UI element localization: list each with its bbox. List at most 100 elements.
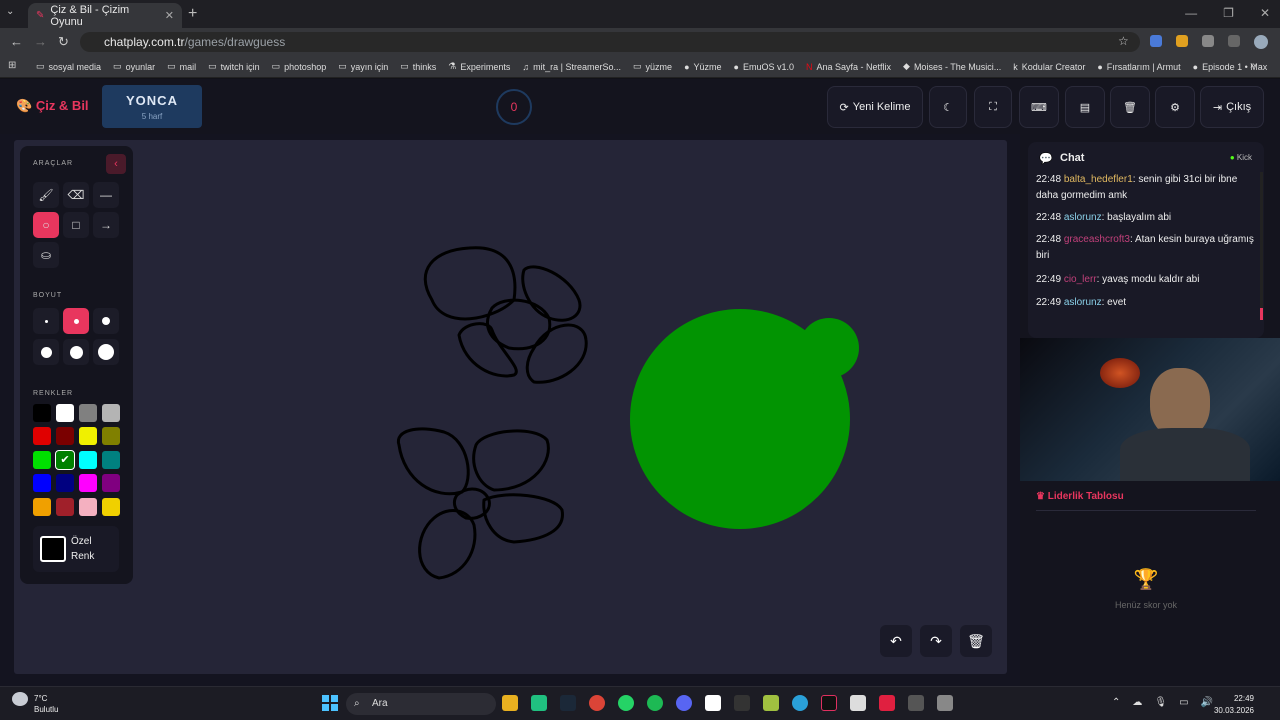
arrow-tool[interactable]: → xyxy=(93,212,119,238)
bookmarks-overflow-icon[interactable]: » xyxy=(1250,60,1256,71)
bookmark-star-icon[interactable]: ☆ xyxy=(1118,34,1129,48)
tray-overflow-icon[interactable]: ⌃ xyxy=(1112,697,1120,708)
brush-tool[interactable]: 🖌 xyxy=(33,182,59,208)
bookmark-item[interactable]: ▭ twitch için xyxy=(208,61,260,72)
theme-toggle-button[interactable]: ☾ xyxy=(929,86,967,128)
bookmark-item[interactable]: ● Yüzme xyxy=(684,62,721,72)
size-option-4[interactable] xyxy=(33,339,59,365)
circle-tool[interactable]: ○ xyxy=(33,212,59,238)
color-swatch[interactable] xyxy=(79,497,97,516)
color-swatch[interactable] xyxy=(102,474,120,493)
tiktok-icon[interactable] xyxy=(821,695,837,711)
app-icon[interactable] xyxy=(908,695,924,711)
color-swatch[interactable] xyxy=(33,474,51,493)
forward-icon[interactable]: → xyxy=(34,34,47,49)
tab-close-icon[interactable]: ✕ xyxy=(165,9,174,22)
microphone-icon[interactable]: 🎙 xyxy=(1154,697,1167,708)
app-icon[interactable] xyxy=(879,695,895,711)
sidebar-icon[interactable] xyxy=(1228,35,1240,47)
tab-search-icon[interactable]: ⌄ xyxy=(6,6,14,17)
eraser-tool[interactable]: ⌫ xyxy=(63,182,89,208)
color-swatch[interactable]: ✔ xyxy=(55,449,75,470)
close-window-icon[interactable]: ✕ xyxy=(1260,6,1270,20)
settings-button[interactable]: ⚙ xyxy=(1155,86,1195,128)
color-swatch[interactable] xyxy=(56,497,74,516)
bookmark-item[interactable]: ▭ yüzme xyxy=(633,61,672,72)
steam-icon[interactable] xyxy=(560,695,576,711)
color-swatch[interactable] xyxy=(79,427,97,446)
exit-button[interactable]: ⇥ Çıkış xyxy=(1200,86,1264,128)
taskbar-search[interactable]: ⌕ Ara xyxy=(346,693,496,715)
color-swatch[interactable] xyxy=(56,427,74,446)
apps-grid-icon[interactable]: ⊞ xyxy=(8,60,16,71)
bookmark-item[interactable]: ▭ yayın için xyxy=(338,61,388,72)
app-icon[interactable] xyxy=(850,695,866,711)
bookmark-item[interactable]: ● Episode 1 • Max xyxy=(1193,62,1268,72)
color-swatch[interactable] xyxy=(102,427,120,446)
color-swatch[interactable] xyxy=(79,474,97,493)
color-swatch[interactable] xyxy=(33,450,51,469)
color-swatch[interactable] xyxy=(79,450,97,469)
bookmark-item[interactable]: ▭ oyunlar xyxy=(113,61,155,72)
chat-scrollbar[interactable] xyxy=(1260,172,1263,320)
file-explorer-icon[interactable] xyxy=(502,695,518,711)
collapse-panel-button[interactable]: ‹ xyxy=(106,154,126,174)
puzzle-icon[interactable] xyxy=(1202,35,1214,47)
browser-tab[interactable]: ✎ Çiz & Bil - Çizim Oyunu ✕ xyxy=(28,3,182,28)
color-swatch[interactable] xyxy=(33,404,51,422)
fullscreen-button[interactable]: ⛶ xyxy=(974,86,1012,128)
fill-tool[interactable]: ⛀ xyxy=(33,242,59,268)
profile-avatar[interactable] xyxy=(1254,35,1268,49)
extension-icon[interactable] xyxy=(1176,35,1188,47)
clock[interactable]: 22:49 30.03.2026 xyxy=(1206,693,1254,717)
bookmark-item[interactable]: ● Fırsatlarım | Armut xyxy=(1097,62,1180,72)
size-option-6[interactable] xyxy=(93,339,119,365)
capcut-icon[interactable] xyxy=(705,695,721,711)
custom-color-swatch[interactable] xyxy=(40,536,66,562)
cloud-icon[interactable]: ☁ xyxy=(1132,697,1142,708)
bookmark-item[interactable]: ▭ sosyal media xyxy=(36,61,101,72)
app-icon[interactable] xyxy=(531,695,547,711)
color-swatch[interactable] xyxy=(56,474,74,493)
color-swatch[interactable] xyxy=(102,497,120,516)
chat-username[interactable]: cio_lerr xyxy=(1064,274,1097,285)
rectangle-tool[interactable]: □ xyxy=(63,212,89,238)
color-swatch[interactable] xyxy=(56,404,74,422)
color-swatch[interactable] xyxy=(33,497,51,516)
clear-canvas-button[interactable]: 🗑 xyxy=(960,625,992,657)
color-swatch[interactable] xyxy=(79,404,97,422)
weather-widget[interactable]: 7°C Bulutlu xyxy=(34,693,58,715)
line-tool[interactable]: — xyxy=(93,182,119,208)
whatsapp-icon[interactable] xyxy=(618,695,634,711)
start-button[interactable] xyxy=(322,695,338,711)
size-option-2[interactable] xyxy=(63,308,89,334)
keyboard-button[interactable]: ⌨ xyxy=(1019,86,1059,128)
color-swatch[interactable] xyxy=(102,450,120,469)
epic-games-icon[interactable] xyxy=(734,695,750,711)
maximize-icon[interactable]: ❐ xyxy=(1223,6,1234,20)
new-tab-button[interactable]: + xyxy=(188,5,197,23)
chrome-icon[interactable] xyxy=(589,695,605,711)
chat-username[interactable]: aslorunz xyxy=(1064,212,1102,223)
chat-username[interactable]: aslorunz xyxy=(1064,297,1102,308)
bookmark-item[interactable]: ⚗ Experiments xyxy=(448,61,510,72)
url-input[interactable]: chatplay.com.tr/games/drawguess xyxy=(80,32,1140,52)
telegram-icon[interactable] xyxy=(792,695,808,711)
bookmark-item[interactable]: k Kodular Creator xyxy=(1013,62,1085,72)
chat-username[interactable]: graceashcroft3 xyxy=(1064,234,1130,245)
discord-icon[interactable] xyxy=(676,695,692,711)
reload-icon[interactable]: ↻ xyxy=(58,34,69,50)
bookmark-item[interactable]: ♫ mit_ra | StreamerSo... xyxy=(522,62,621,72)
bookmark-item[interactable]: N Ana Sayfa - Netflix xyxy=(806,62,891,72)
size-option-1[interactable] xyxy=(33,308,59,334)
bookmark-item[interactable]: ▭ photoshop xyxy=(272,61,327,72)
translate-extension-icon[interactable] xyxy=(1150,35,1162,47)
delete-button[interactable]: 🗑 xyxy=(1110,86,1150,128)
back-icon[interactable]: ← xyxy=(10,34,23,49)
undo-button[interactable]: ↶ xyxy=(880,625,912,657)
minimize-icon[interactable]: — xyxy=(1185,6,1197,20)
bookmark-item[interactable]: ◆ Moises - The Musici... xyxy=(903,61,1001,72)
spotify-icon[interactable] xyxy=(647,695,663,711)
app-icon[interactable] xyxy=(763,695,779,711)
bookmark-item[interactable]: ▭ thinks xyxy=(400,61,436,72)
